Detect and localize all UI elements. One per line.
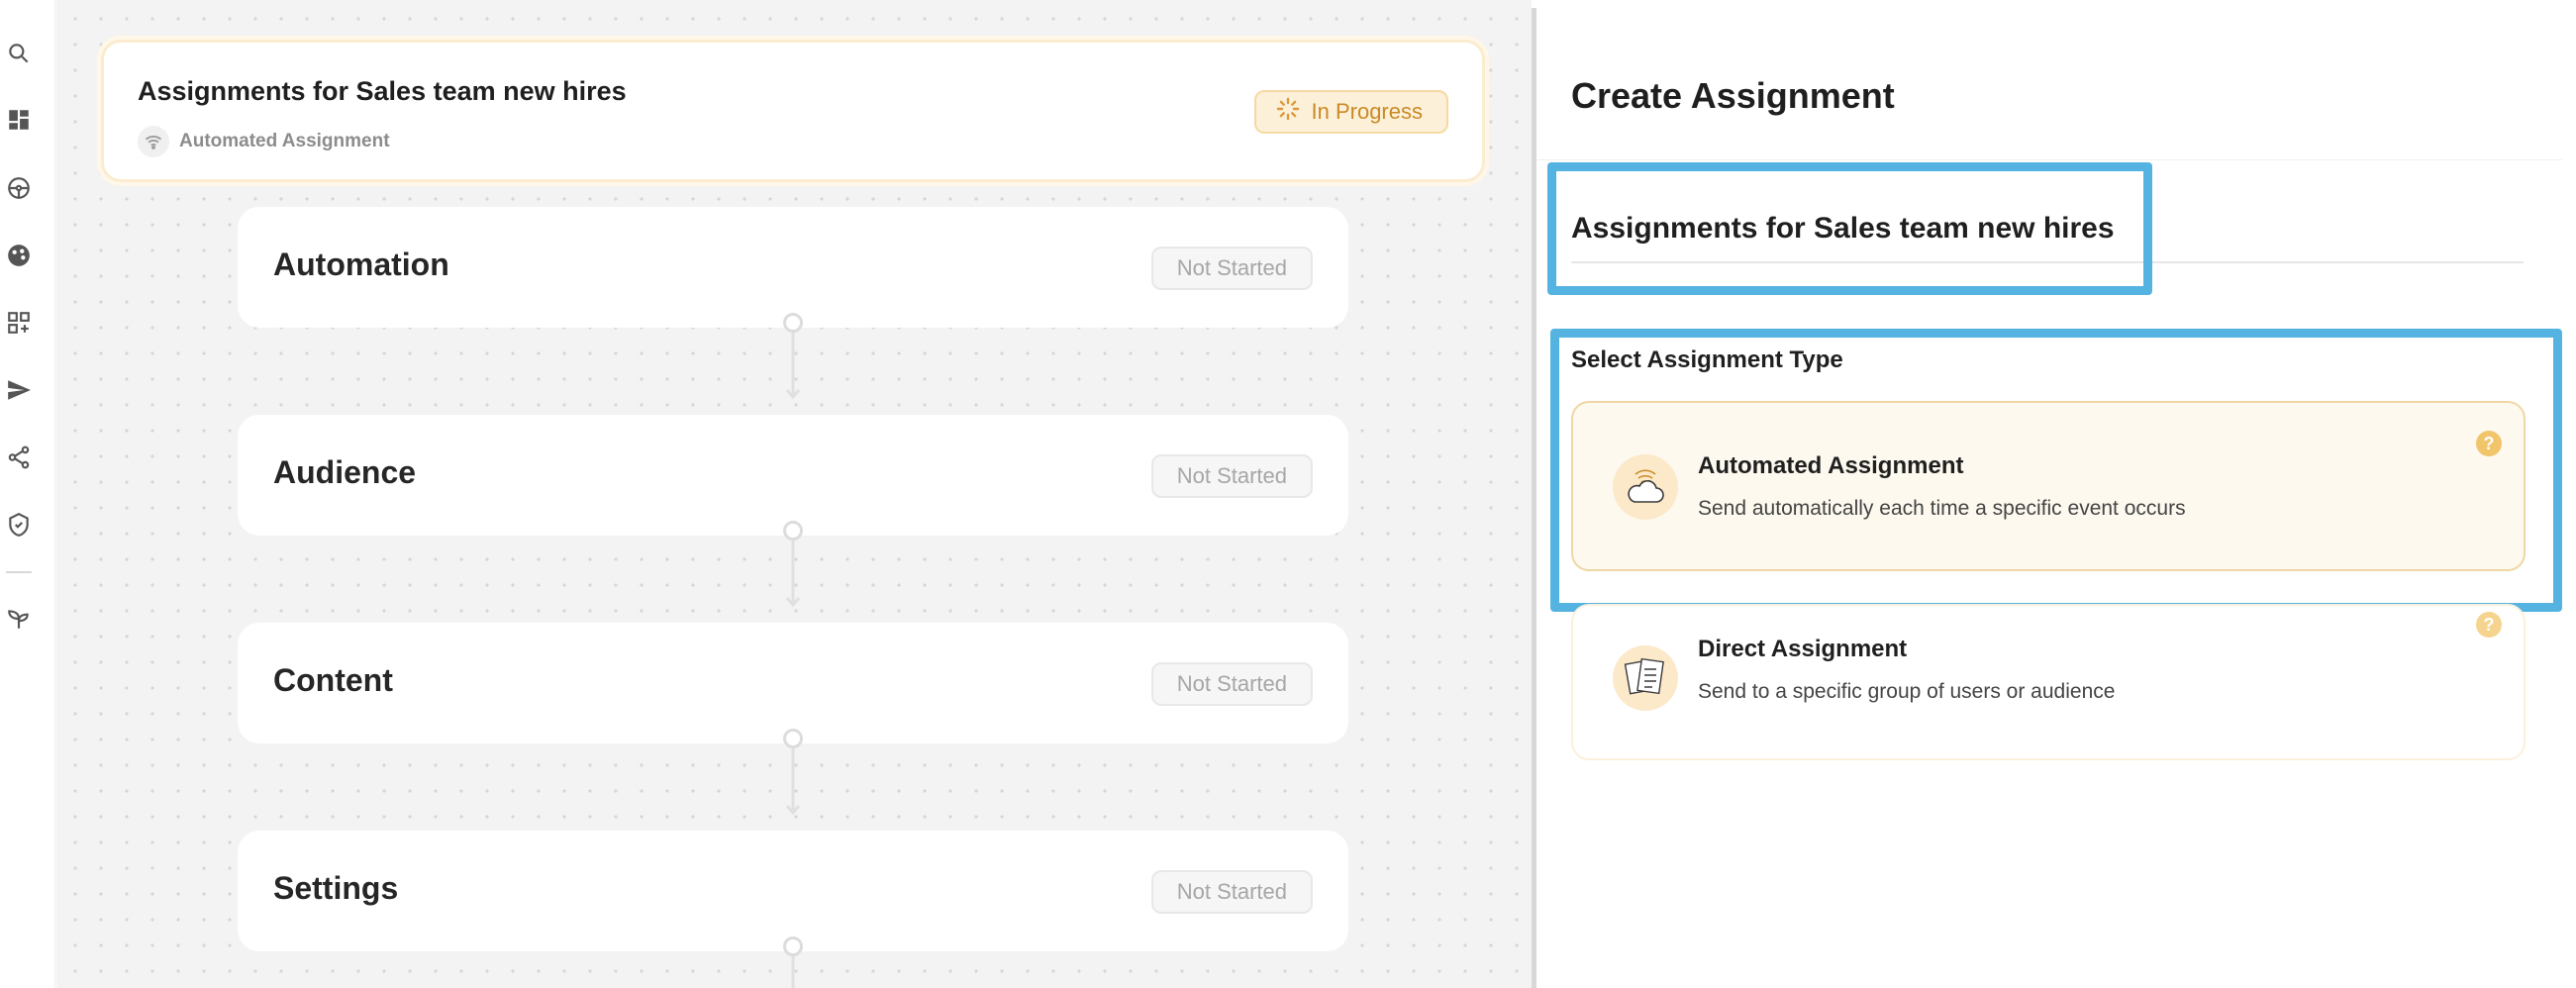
step-status-badge: Not Started [1150,662,1313,706]
step-audience[interactable]: Audience Not Started [238,415,1348,536]
dashboard-icon[interactable] [4,105,34,135]
add-widget-icon[interactable] [4,308,34,338]
step-title: Settings [273,870,399,906]
send-icon[interactable] [4,375,34,405]
step-status-badge: Not Started [1150,870,1313,914]
connector-arrow [785,541,801,608]
steering-wheel-icon[interactable] [4,173,34,203]
connector-arrow [785,748,801,816]
option-direct-assignment[interactable]: Direct Assignment Send to a specific gro… [1571,604,2526,760]
rail-divider [6,571,32,573]
status-badge: In Progress [1253,90,1448,134]
share-icon[interactable] [4,443,34,472]
left-rail [0,0,55,988]
workflow-canvas: Assignments for Sales team new hires Aut… [56,0,1532,988]
connector-arrow [791,956,795,988]
palette-icon[interactable] [4,241,34,270]
step-status-badge: Not Started [1150,247,1313,290]
highlight-box-name [1547,162,2152,295]
help-icon[interactable]: ? [2476,612,2502,638]
status-text: In Progress [1311,99,1424,124]
connector-handle[interactable] [783,937,803,956]
sprout-icon[interactable] [4,604,34,634]
step-settings[interactable]: Settings Not Started [238,831,1348,951]
highlight-box-type [1550,329,2562,612]
spinner-icon [1276,97,1300,127]
wifi-icon [138,126,169,157]
panel-resize-handle[interactable] [1532,8,1536,988]
step-automation[interactable]: Automation Not Started [238,207,1348,328]
assignment-type-text: Automated Assignment [179,131,390,151]
connector-handle[interactable] [783,521,803,541]
panel-separator [1537,159,2562,160]
step-title: Automation [273,247,449,282]
step-title: Audience [273,454,417,490]
shield-icon[interactable] [4,510,34,540]
create-assignment-panel: Create Assignment Assignments for Sales … [1537,40,2562,988]
option-name: Direct Assignment [1698,636,1908,662]
connector-handle[interactable] [783,729,803,748]
panel-title: Create Assignment [1571,75,1895,116]
assignment-header-card[interactable]: Assignments for Sales team new hires Aut… [101,40,1485,182]
option-description: Send to a specific group of users or aud… [1698,680,2116,703]
search-icon[interactable] [4,39,34,68]
assignment-title: Assignments for Sales team new hires [138,76,627,106]
assignment-type-label: Automated Assignment [138,126,390,157]
documents-icon [1613,645,1678,711]
connector-arrow [785,333,801,400]
step-content[interactable]: Content Not Started [238,623,1348,743]
connector-handle[interactable] [783,313,803,333]
step-title: Content [273,662,393,698]
step-status-badge: Not Started [1150,454,1313,498]
